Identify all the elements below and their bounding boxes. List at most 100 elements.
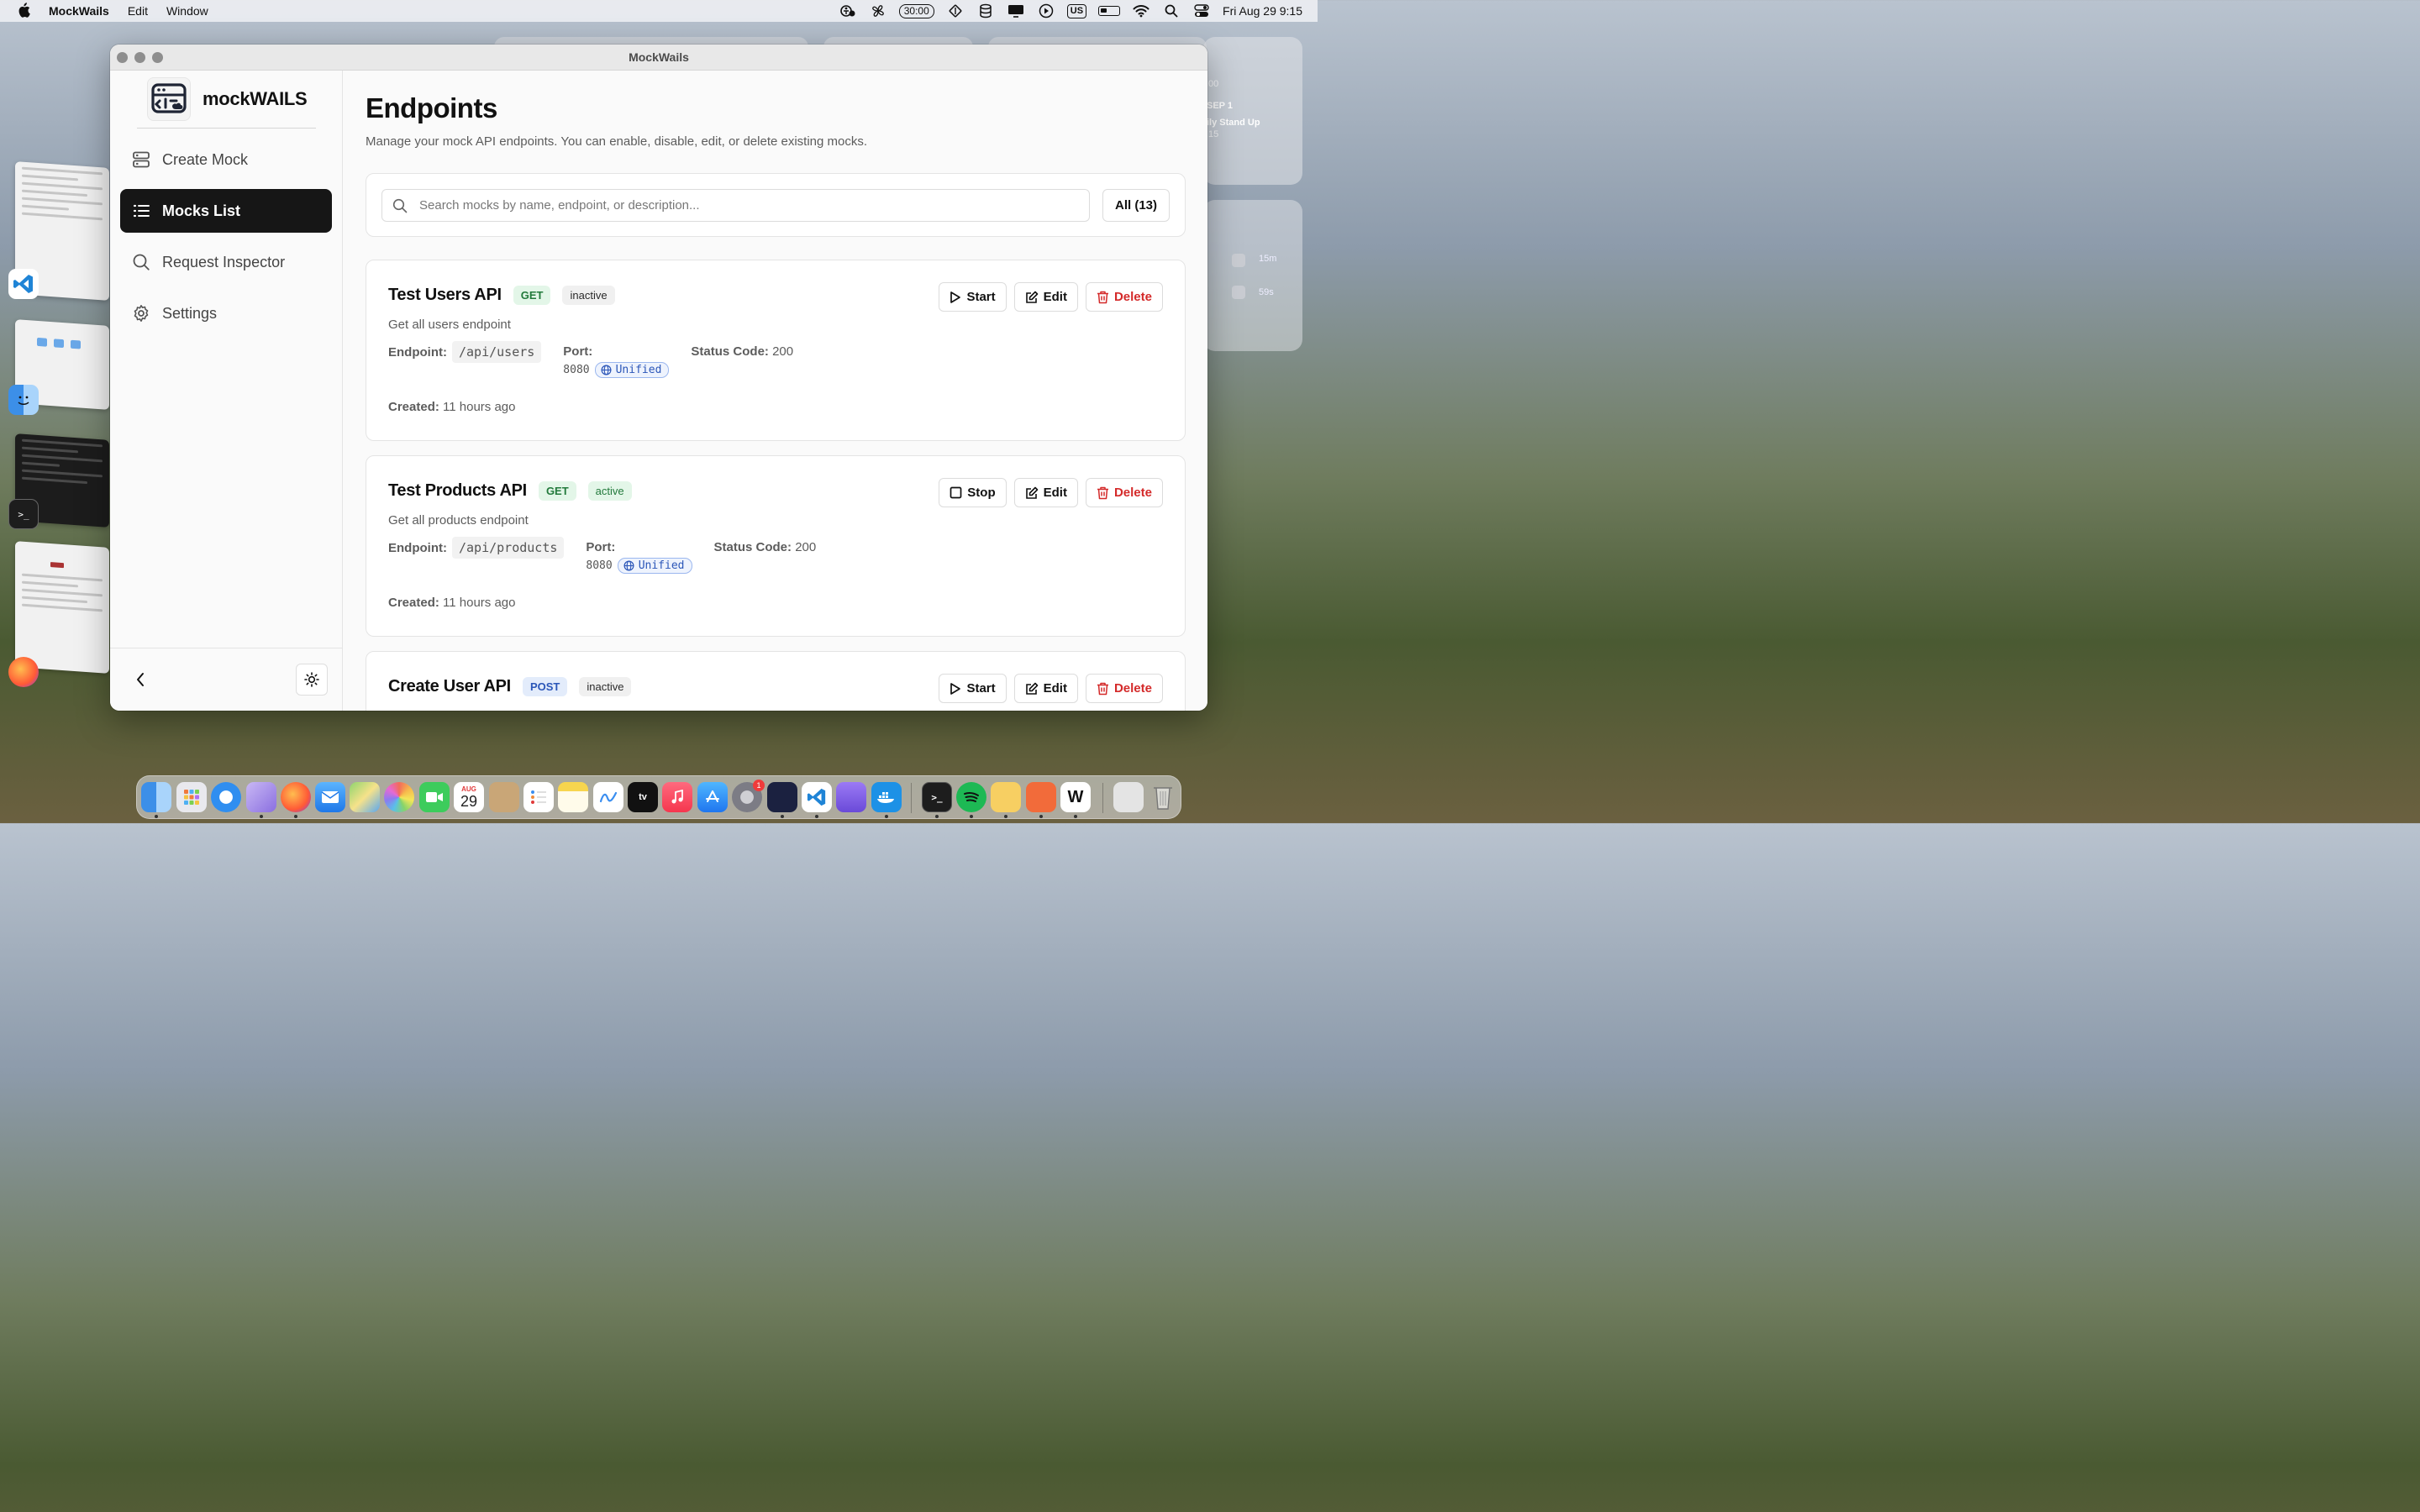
dock-separator [911, 783, 912, 813]
trash-icon [1097, 682, 1108, 695]
search-icon [392, 198, 408, 213]
dock-notes-icon[interactable] [558, 782, 588, 812]
start-button[interactable]: Start [939, 674, 1007, 703]
wifi-icon[interactable] [1132, 4, 1150, 18]
window-close-button[interactable] [117, 52, 128, 63]
dock-postman-icon[interactable] [1026, 782, 1056, 812]
delete-button[interactable]: Delete [1085, 674, 1163, 703]
mock-name: Test Products API [388, 481, 527, 500]
battery-icon[interactable] [1098, 6, 1121, 16]
dock-firefox-icon[interactable] [281, 782, 311, 812]
dock-mockwails-icon[interactable] [767, 782, 797, 812]
unified-badge: Unified [594, 362, 670, 378]
port-field: Port: 8080 Unified [586, 537, 692, 574]
dock-appstore-icon[interactable] [697, 782, 728, 812]
dock-launchpad-icon[interactable] [176, 782, 207, 812]
edit-button[interactable]: Edit [1013, 478, 1078, 507]
sun-icon [304, 672, 319, 687]
delete-button[interactable]: Delete [1085, 478, 1163, 507]
sidebar-item-request-inspector[interactable]: Request Inspector [120, 240, 332, 284]
finder-app-icon[interactable] [8, 385, 39, 415]
status-code-field: Status Code: 200 [714, 537, 817, 554]
dock-contacts-icon[interactable] [489, 782, 519, 812]
firefox-app-icon[interactable] [8, 657, 39, 687]
status-badge: active [587, 481, 632, 501]
dock-terminal-icon[interactable]: >_ [922, 782, 952, 812]
dock-database-app-icon[interactable] [836, 782, 866, 812]
edit-button[interactable]: Edit [1013, 674, 1078, 703]
window-titlebar[interactable]: MockWails [110, 45, 1207, 71]
dock-perplexity-icon[interactable] [246, 782, 276, 812]
spotlight-search-icon[interactable] [1162, 4, 1181, 18]
unified-label: Unified [615, 364, 662, 376]
endpoint-path: /api/products [451, 537, 565, 559]
calendar-widget-top: 00 [1208, 79, 1219, 89]
fan-icon[interactable] [869, 4, 887, 18]
delete-button[interactable]: Delete [1085, 282, 1163, 312]
input-source[interactable]: US [1066, 3, 1087, 18]
vscode-app-icon[interactable] [8, 269, 39, 299]
timer-display[interactable]: 30:00 [898, 3, 934, 18]
sidebar-item-mocks-list[interactable]: Mocks List [120, 189, 332, 233]
filter-all-button[interactable]: All (13) [1102, 189, 1170, 222]
dock-trash-icon[interactable] [1148, 782, 1178, 812]
notification-app-icon [1232, 254, 1245, 267]
search-icon [133, 254, 150, 270]
dock-spotify-icon[interactable] [956, 782, 986, 812]
collapse-sidebar-button[interactable] [132, 670, 149, 689]
play-icon[interactable] [1037, 3, 1055, 18]
dock-freeform-icon[interactable] [593, 782, 623, 812]
theme-toggle-button[interactable] [296, 664, 328, 696]
calendar-widget: 00 SEP 1 ily Stand Up 15 [1203, 37, 1302, 185]
terminal-app-icon[interactable]: >_ [8, 499, 39, 529]
brand[interactable]: mockWAILS [147, 77, 308, 121]
window-title: MockWails [629, 50, 689, 64]
apple-menu-icon[interactable] [17, 2, 30, 20]
menu-bar: MockWails Edit Window 30:00 US Fri Aug 2… [0, 0, 1318, 22]
search-box[interactable] [381, 189, 1090, 222]
dock-tableplus-icon[interactable] [991, 782, 1021, 812]
stage-thumbnail-browser[interactable] [15, 541, 109, 674]
dock-calendar-day: 29 [460, 792, 478, 810]
delete-label: Delete [1113, 486, 1152, 500]
dock-finder-icon[interactable] [141, 782, 171, 812]
method-badge: GET [538, 481, 576, 501]
start-button[interactable]: Start [939, 282, 1007, 312]
terminal-prompt-icon: >_ [18, 508, 29, 520]
dock-docker-icon[interactable] [871, 782, 902, 812]
search-input[interactable] [419, 198, 1075, 213]
dock-appletv-icon[interactable]: tv [628, 782, 658, 812]
dock-safari-icon[interactable] [211, 782, 241, 812]
calendar-widget-time: 15 [1208, 129, 1219, 139]
dock-reminders-icon[interactable] [523, 782, 554, 812]
server-icon [133, 151, 150, 168]
control-center-icon[interactable] [1192, 4, 1211, 18]
display-icon[interactable] [1007, 4, 1025, 18]
stop-button[interactable]: Stop [939, 478, 1007, 507]
endpoint-label: Endpoint: [388, 344, 447, 360]
sidebar-item-settings[interactable]: Settings [120, 291, 332, 335]
dock-photos-icon[interactable] [384, 782, 414, 812]
sidebar-item-create-mock[interactable]: Create Mock [120, 138, 332, 181]
accessibility-status-icon[interactable] [839, 4, 857, 18]
page-title: Endpoints [366, 92, 497, 123]
dock-calendar-icon[interactable]: AUG 29 [454, 782, 484, 812]
dock-maps-icon[interactable] [350, 782, 380, 812]
database-icon[interactable] [976, 3, 995, 18]
menu-datetime[interactable]: Fri Aug 29 9:15 [1223, 4, 1302, 18]
dock-document-icon[interactable] [1113, 782, 1144, 812]
window-minimize-button[interactable] [134, 52, 145, 63]
menu-app-name[interactable]: MockWails [49, 4, 109, 18]
dock-facetime-icon[interactable] [419, 782, 450, 812]
rotate-icon[interactable] [946, 4, 965, 18]
dock-vscode-icon[interactable] [802, 782, 832, 812]
menu-edit[interactable]: Edit [128, 4, 148, 18]
dock-music-icon[interactable] [662, 782, 692, 812]
port-value: 8080 [563, 364, 590, 376]
edit-button[interactable]: Edit [1013, 282, 1078, 312]
dock-wails-icon[interactable]: W [1060, 782, 1091, 812]
status-code-field: Status Code: 200 [691, 341, 793, 359]
dock-mail-icon[interactable] [315, 782, 345, 812]
window-zoom-button[interactable] [152, 52, 163, 63]
menu-window[interactable]: Window [166, 4, 208, 18]
